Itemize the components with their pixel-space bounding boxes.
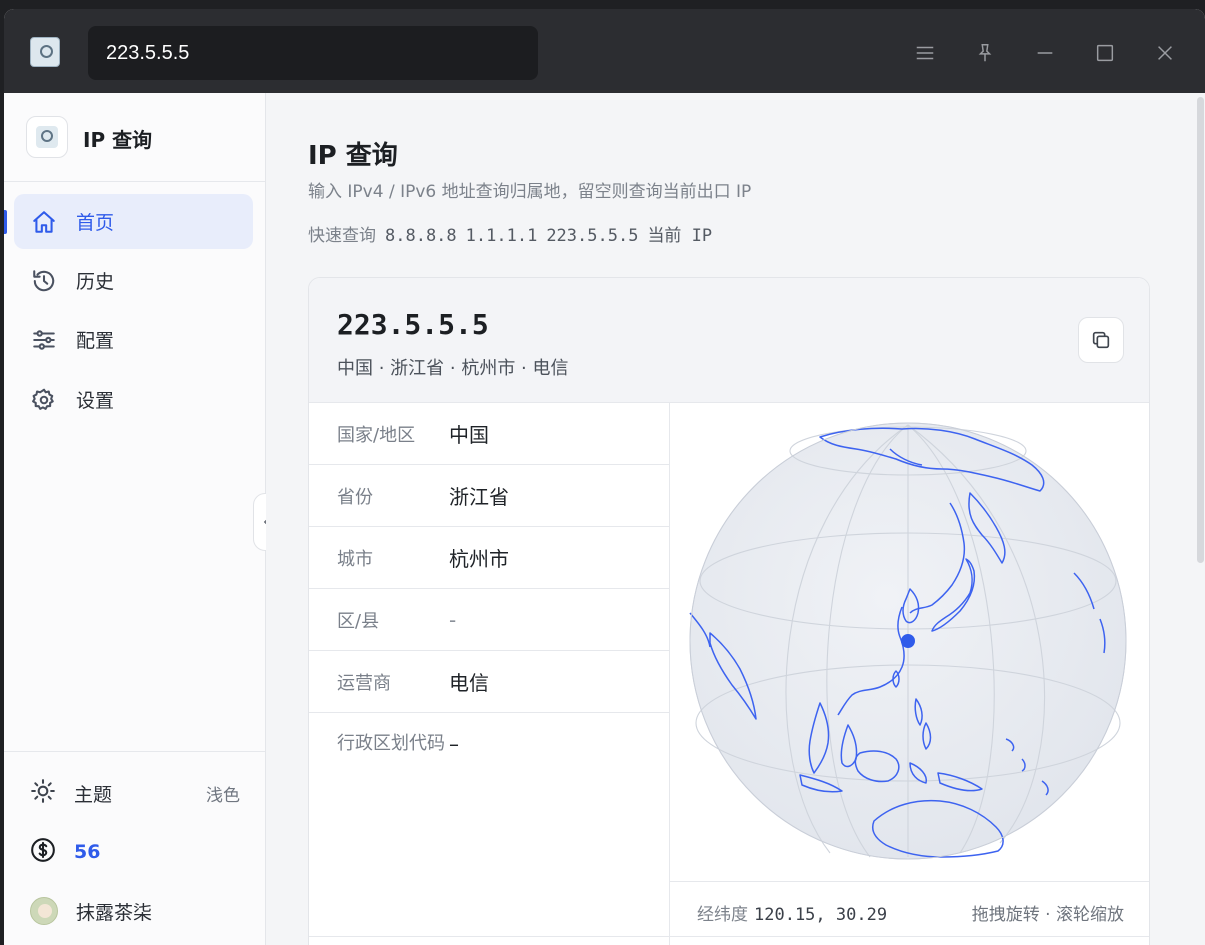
table-row: 区/县 - bbox=[309, 589, 669, 651]
sidebar-item-home[interactable]: 首页 bbox=[14, 194, 253, 249]
user-profile[interactable]: 抹露茶柒 bbox=[30, 897, 240, 925]
row-key: 国家/地区 bbox=[337, 424, 416, 446]
minimize-icon bbox=[1037, 52, 1053, 54]
table-row: 城市 杭州市 bbox=[309, 527, 669, 589]
coordinates-value: 120.15, 30.29 bbox=[754, 905, 888, 925]
title-bar bbox=[4, 9, 1205, 93]
quick-query-label: 快速查询 bbox=[308, 226, 376, 246]
brand: IP 查询 bbox=[4, 93, 265, 182]
credits-row[interactable]: 56 bbox=[30, 837, 240, 867]
table-row: 运营商 电信 bbox=[309, 651, 669, 713]
app-icon bbox=[30, 37, 60, 67]
globe-footer: 经纬度 120.15, 30.29 拖拽旋转 · 滚轮缩放 bbox=[670, 881, 1149, 937]
close-icon bbox=[1158, 46, 1172, 60]
theme-value: 浅色 bbox=[206, 785, 240, 806]
quick-query: 快速查询 8.8.8.8 1.1.1.1 223.5.5.5 当前 IP bbox=[308, 221, 712, 246]
history-icon bbox=[30, 267, 58, 295]
result-location: 中国 · 浙江省 · 杭州市 · 电信 bbox=[337, 358, 569, 379]
row-key: 行政区划代码 bbox=[337, 733, 445, 754]
page-subtitle: 输入 IPv4 / IPv6 地址查询归属地，留空则查询当前出口 IP bbox=[308, 182, 752, 202]
active-indicator bbox=[4, 210, 7, 234]
result-ip: 223.5.5.5 bbox=[337, 308, 489, 341]
sidebar-item-config[interactable]: 配置 bbox=[14, 312, 253, 367]
location-marker[interactable] bbox=[901, 634, 915, 648]
row-value: 中国 bbox=[449, 423, 489, 447]
map-hint: 拖拽旋转 · 滚轮缩放 bbox=[971, 905, 1124, 925]
scrollbar[interactable] bbox=[1195, 93, 1205, 945]
pin-button[interactable] bbox=[965, 33, 1005, 73]
app-logo bbox=[26, 116, 68, 158]
main-content: IP 查询 输入 IPv4 / IPv6 地址查询归属地，留空则查询当前出口 I… bbox=[266, 93, 1205, 945]
result-card: 223.5.5.5 中国 · 浙江省 · 杭州市 · 电信 国家/地区 中国 省… bbox=[308, 277, 1150, 945]
credits-value: 56 bbox=[74, 841, 101, 863]
row-value: - bbox=[449, 607, 457, 632]
card-divider bbox=[309, 936, 1149, 937]
sidebar-item-settings[interactable]: 设置 bbox=[14, 372, 253, 427]
result-header: 223.5.5.5 中国 · 浙江省 · 杭州市 · 电信 bbox=[309, 278, 1149, 403]
theme-label: 主题 bbox=[74, 783, 113, 806]
dollar-icon bbox=[30, 837, 56, 867]
close-button[interactable] bbox=[1145, 33, 1185, 73]
ip-search-input[interactable] bbox=[88, 26, 538, 80]
globe-svg[interactable] bbox=[670, 403, 1150, 881]
table-row: 国家/地区 中国 bbox=[309, 403, 669, 465]
row-key: 城市 bbox=[337, 548, 373, 570]
table-row: 省份 浙江省 bbox=[309, 465, 669, 527]
row-value: 杭州市 bbox=[449, 547, 509, 571]
theme-toggle[interactable]: 主题 浅色 bbox=[30, 778, 240, 808]
quick-item-current-ip[interactable]: 当前 IP bbox=[647, 221, 712, 246]
scrollbar-thumb[interactable] bbox=[1197, 97, 1204, 563]
coordinates: 经纬度 120.15, 30.29 bbox=[697, 900, 887, 925]
pin-icon bbox=[978, 44, 992, 62]
username: 抹露茶柒 bbox=[76, 901, 153, 924]
home-icon bbox=[30, 208, 58, 236]
sidebar-item-label: 首页 bbox=[76, 212, 115, 234]
page-title: IP 查询 bbox=[308, 141, 398, 171]
sidebar-item-label: 历史 bbox=[76, 271, 115, 293]
row-value: – bbox=[449, 732, 459, 756]
brand-name: IP 查询 bbox=[83, 128, 153, 152]
quick-item-ali-dns[interactable]: 223.5.5.5 bbox=[546, 226, 638, 246]
table-row: 行政区划代码 – bbox=[309, 713, 669, 803]
quick-item-cloudflare-dns[interactable]: 1.1.1.1 bbox=[466, 226, 538, 246]
maximize-button[interactable] bbox=[1085, 33, 1125, 73]
row-key: 省份 bbox=[337, 486, 373, 508]
sun-icon bbox=[30, 778, 56, 808]
menu-icon bbox=[916, 46, 934, 60]
maximize-icon bbox=[1096, 44, 1114, 62]
minimize-button[interactable] bbox=[1025, 33, 1065, 73]
row-key: 区/县 bbox=[337, 610, 380, 632]
row-value: 电信 bbox=[449, 671, 489, 695]
sidebar-item-history[interactable]: 历史 bbox=[14, 253, 253, 308]
gear-icon bbox=[30, 386, 58, 414]
globe-map[interactable] bbox=[670, 403, 1150, 881]
copy-button[interactable] bbox=[1078, 317, 1124, 363]
sidebar-footer: 主题 浅色 56 抹露茶柒 bbox=[4, 751, 265, 925]
quick-item-google-dns[interactable]: 8.8.8.8 bbox=[385, 226, 457, 246]
coordinates-label: 经纬度 bbox=[697, 905, 748, 925]
app-window: IP 查询 首页 历史 配置 设置 bbox=[4, 9, 1205, 945]
sliders-icon bbox=[30, 326, 58, 354]
row-value: 浙江省 bbox=[449, 485, 509, 509]
sidebar-item-label: 设置 bbox=[76, 390, 115, 412]
menu-button[interactable] bbox=[905, 33, 945, 73]
sidebar-item-label: 配置 bbox=[76, 330, 115, 352]
info-table: 国家/地区 中国 省份 浙江省 城市 杭州市 区/县 - 运营商 电信 行政区划… bbox=[309, 403, 670, 945]
avatar bbox=[30, 897, 58, 925]
row-key: 运营商 bbox=[337, 672, 391, 694]
sidebar: IP 查询 首页 历史 配置 设置 主题 浅色 56 抹露茶柒 bbox=[4, 93, 266, 945]
copy-icon bbox=[1092, 331, 1110, 349]
